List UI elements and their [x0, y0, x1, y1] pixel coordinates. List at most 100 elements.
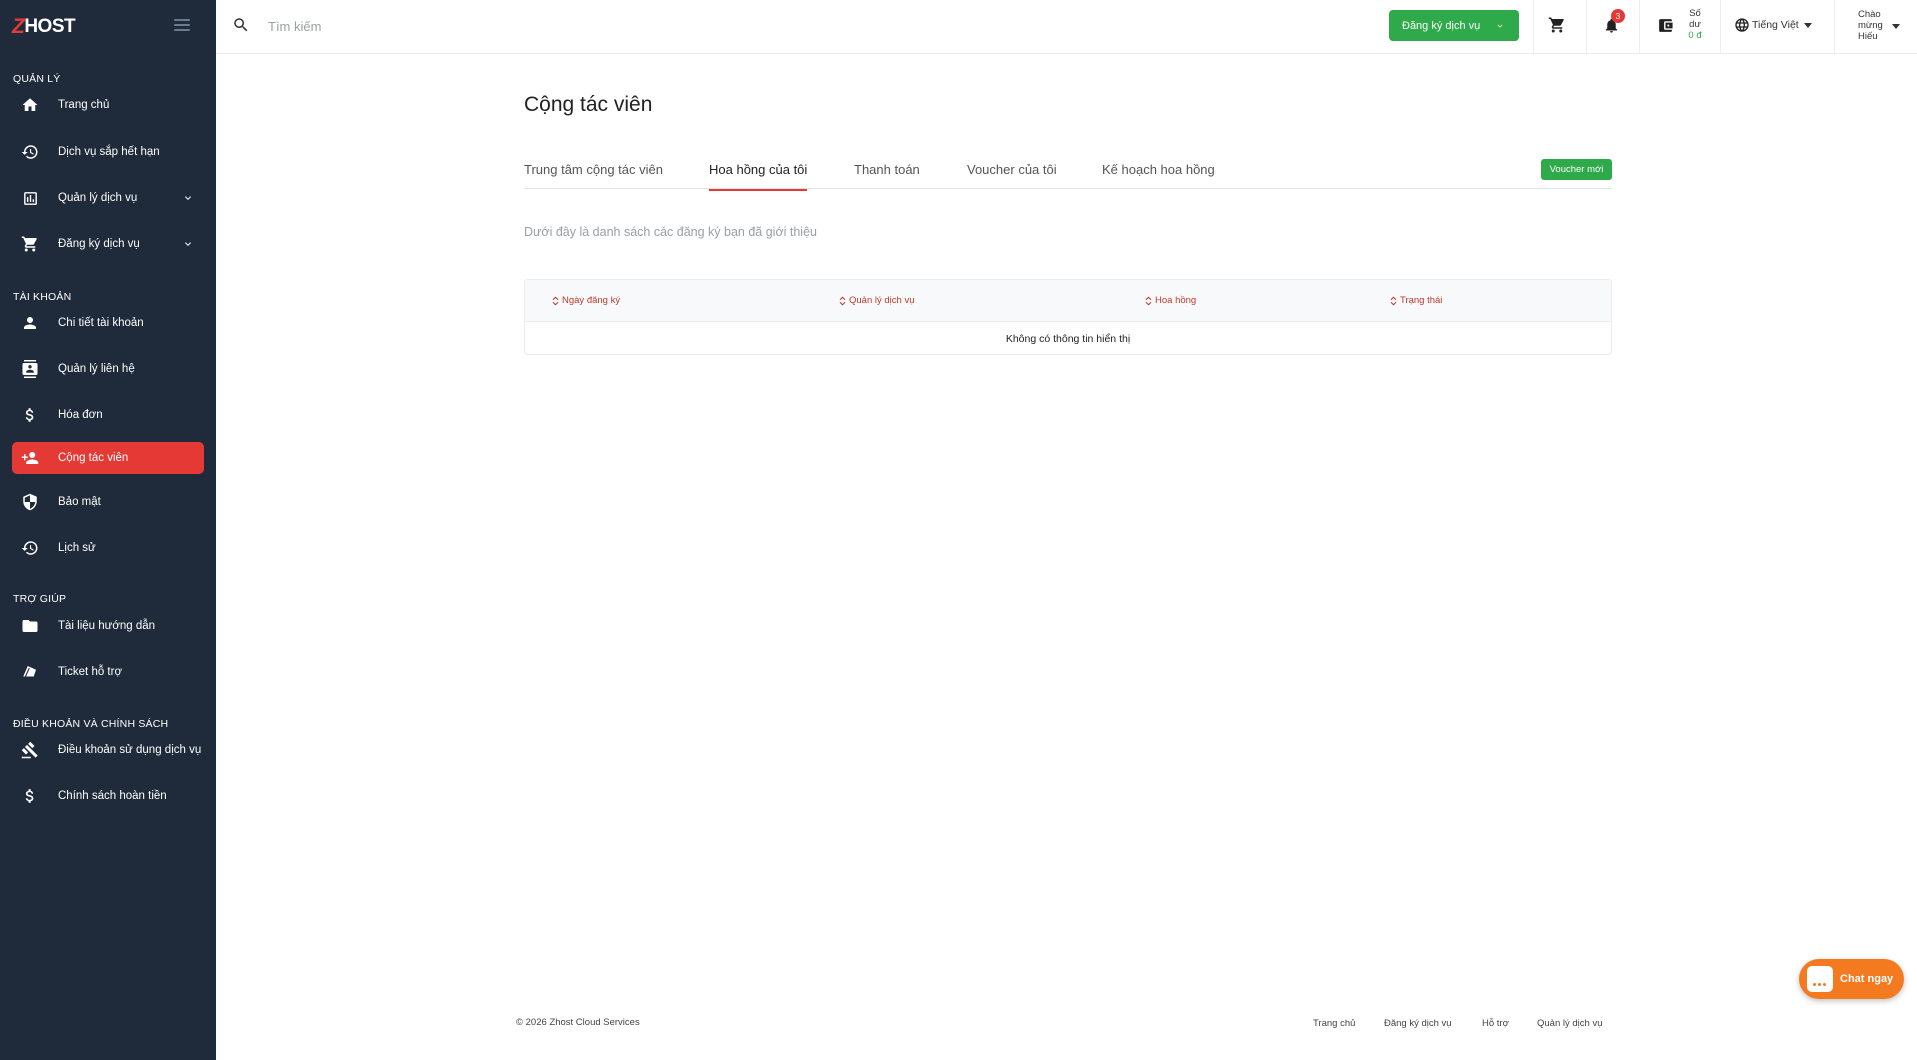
sidebar-item-label: Hóa đơn: [58, 409, 103, 421]
tab-my-vouchers[interactable]: Voucher của tôi: [967, 162, 1057, 189]
section-title-help: TRỢ GIÚP: [13, 593, 67, 605]
search-icon[interactable]: [232, 16, 250, 34]
column-header-service[interactable]: Quản lý dịch vụ: [839, 295, 914, 306]
language-selector[interactable]: Tiếng Việt: [1734, 17, 1812, 33]
history-icon: [19, 141, 41, 163]
chevron-down-icon: [1497, 24, 1503, 28]
footer-link-support[interactable]: Hỗ trợ: [1482, 1018, 1509, 1029]
sidebar-item-label: Lịch sử: [58, 542, 96, 554]
divider: [1720, 0, 1721, 54]
register-service-button[interactable]: Đăng ký dịch vụ: [1389, 10, 1519, 41]
column-header-label: Quản lý dịch vụ: [849, 295, 915, 306]
sidebar-item-label: Điều khoản sử dụng dịch vụ: [58, 744, 202, 756]
table-empty-row: Không có thông tin hiển thị: [1005, 332, 1131, 345]
globe-icon: [1735, 18, 1749, 32]
search-input[interactable]: [268, 12, 668, 40]
sidebar-item-ticket[interactable]: Ticket hỗ trợ: [12, 656, 204, 688]
sidebar-item-manage-services[interactable]: Quản lý dịch vụ: [12, 182, 204, 214]
sidebar-item-register-service[interactable]: Đăng ký dịch vụ: [12, 228, 204, 260]
new-voucher-button[interactable]: Voucher mới: [1541, 159, 1612, 180]
referrals-table: Ngày đăng ký Quản lý dịch vụ Hoa hồng Tr…: [524, 279, 1612, 355]
sort-icon: [552, 296, 559, 305]
cart-icon[interactable]: [1546, 14, 1568, 36]
footer-link-register[interactable]: Đăng ký dịch vụ: [1384, 1018, 1452, 1029]
sidebar-item-contacts[interactable]: Quản lý liên hệ: [12, 353, 204, 385]
column-header-commission[interactable]: Hoa hồng: [1145, 295, 1196, 306]
footer-link-home[interactable]: Trang chủ: [1313, 1018, 1355, 1029]
table-header: Ngày đăng ký Quản lý dịch vụ Hoa hồng Tr…: [525, 280, 1611, 322]
tab-commission-plan[interactable]: Kế hoạch hoa hồng: [1102, 162, 1215, 189]
shield-icon: [19, 491, 41, 513]
balance-amount: 0 đ: [1688, 30, 1702, 41]
sort-icon: [1390, 296, 1397, 305]
sidebar-item-docs[interactable]: Tài liệu hướng dẫn: [12, 610, 204, 642]
contact-icon: [19, 358, 41, 380]
tab-my-commission[interactable]: Hoa hồng của tôi: [709, 162, 808, 191]
tab-bar: Trung tâm cộng tác viên Hoa hồng của tôi…: [524, 160, 1612, 191]
add-user-icon: [19, 447, 41, 469]
section-title-account: TÀI KHOẢN: [13, 291, 72, 303]
language-label: Tiếng Việt: [1752, 19, 1799, 31]
footer-link-manage-services[interactable]: Quản lý dịch vụ: [1537, 1018, 1602, 1029]
sidebar-item-home[interactable]: Trang chủ: [12, 89, 204, 121]
page-subtitle: Dưới đây là danh sách các đăng ký bạn đã…: [524, 225, 817, 239]
dollar-icon: [19, 785, 41, 807]
page-title: Cộng tác viên: [524, 93, 653, 116]
divider: [1586, 0, 1587, 54]
gavel-icon: [19, 739, 41, 761]
sidebar-item-expiring[interactable]: Dịch vụ sắp hết hạn: [12, 136, 204, 168]
tab-payment[interactable]: Thanh toán: [854, 162, 920, 189]
menu-toggle-icon[interactable]: [174, 19, 190, 33]
divider: [1834, 0, 1835, 54]
copyright: © 2026 Zhost Cloud Services: [516, 1017, 640, 1028]
sidebar-item-invoices[interactable]: Hóa đơn: [12, 399, 204, 431]
sidebar-item-label: Cộng tác viên: [58, 452, 129, 464]
sidebar-item-refund[interactable]: Chính sách hoàn tiền: [12, 780, 204, 812]
sidebar-item-security[interactable]: Bảo mật: [12, 486, 204, 518]
caret-down-icon: [1892, 24, 1900, 29]
logo-row: Z HOST: [0, 0, 216, 54]
logo[interactable]: Z HOST: [12, 15, 76, 39]
user-menu[interactable]: Chào mừng Hiếu: [1858, 9, 1900, 42]
logo-text: HOST: [24, 16, 76, 37]
sidebar-item-account-details[interactable]: Chi tiết tài khoản: [12, 307, 204, 339]
sidebar-item-label: Chính sách hoàn tiền: [58, 790, 167, 802]
balance[interactable]: Số dư 0 đ: [1682, 8, 1708, 41]
history-icon: [19, 537, 41, 559]
column-header-date[interactable]: Ngày đăng ký: [552, 295, 620, 306]
wallet-icon[interactable]: [1654, 14, 1676, 36]
tab-affiliate-center[interactable]: Trung tâm cộng tác viên: [524, 162, 663, 189]
notification-badge: 3: [1611, 9, 1625, 23]
balance-label-2: dư: [1689, 19, 1701, 30]
chevron-down-icon[interactable]: [182, 192, 194, 204]
sidebar-item-label: Chi tiết tài khoản: [58, 317, 144, 329]
sidebar-item-label: Ticket hỗ trợ: [58, 666, 122, 678]
sidebar-item-label: Quản lý dịch vụ: [58, 192, 138, 204]
section-title-policy: ĐIỀU KHOẢN VÀ CHÍNH SÁCH: [13, 718, 169, 730]
sort-icon: [1145, 296, 1152, 305]
sidebar: Z HOST QUẢN LÝ Trang chủ Dịch vụ sắp hết…: [0, 0, 216, 1060]
folder-icon: [19, 615, 41, 637]
chat-icon: [1807, 966, 1833, 992]
column-header-label: Trạng thái: [1400, 295, 1443, 306]
dollar-icon: [19, 404, 41, 426]
balance-label-1: Số: [1689, 8, 1701, 19]
cart-icon: [19, 233, 41, 255]
sidebar-item-terms[interactable]: Điều khoản sử dụng dịch vụ: [12, 734, 204, 766]
caret-down-icon: [1803, 22, 1812, 28]
divider: [1639, 0, 1640, 54]
chat-button[interactable]: Chat ngay: [1799, 959, 1904, 999]
sidebar-item-history[interactable]: Lịch sử: [12, 532, 204, 564]
chat-button-label: Chat ngay: [1840, 973, 1894, 985]
home-icon: [19, 94, 41, 116]
divider: [1533, 0, 1534, 54]
sidebar-item-label: Quản lý liên hệ: [58, 363, 135, 375]
logo-letter: Z: [12, 15, 25, 38]
column-header-label: Ngày đăng ký: [562, 295, 621, 306]
user-icon: [19, 312, 41, 334]
sidebar-item-label: Trang chủ: [58, 99, 110, 111]
column-header-status[interactable]: Trạng thái: [1390, 295, 1442, 306]
sidebar-item-affiliate[interactable]: Cộng tác viên: [12, 442, 204, 474]
sidebar-item-label: Dịch vụ sắp hết hạn: [58, 146, 160, 158]
chevron-down-icon[interactable]: [182, 238, 194, 250]
